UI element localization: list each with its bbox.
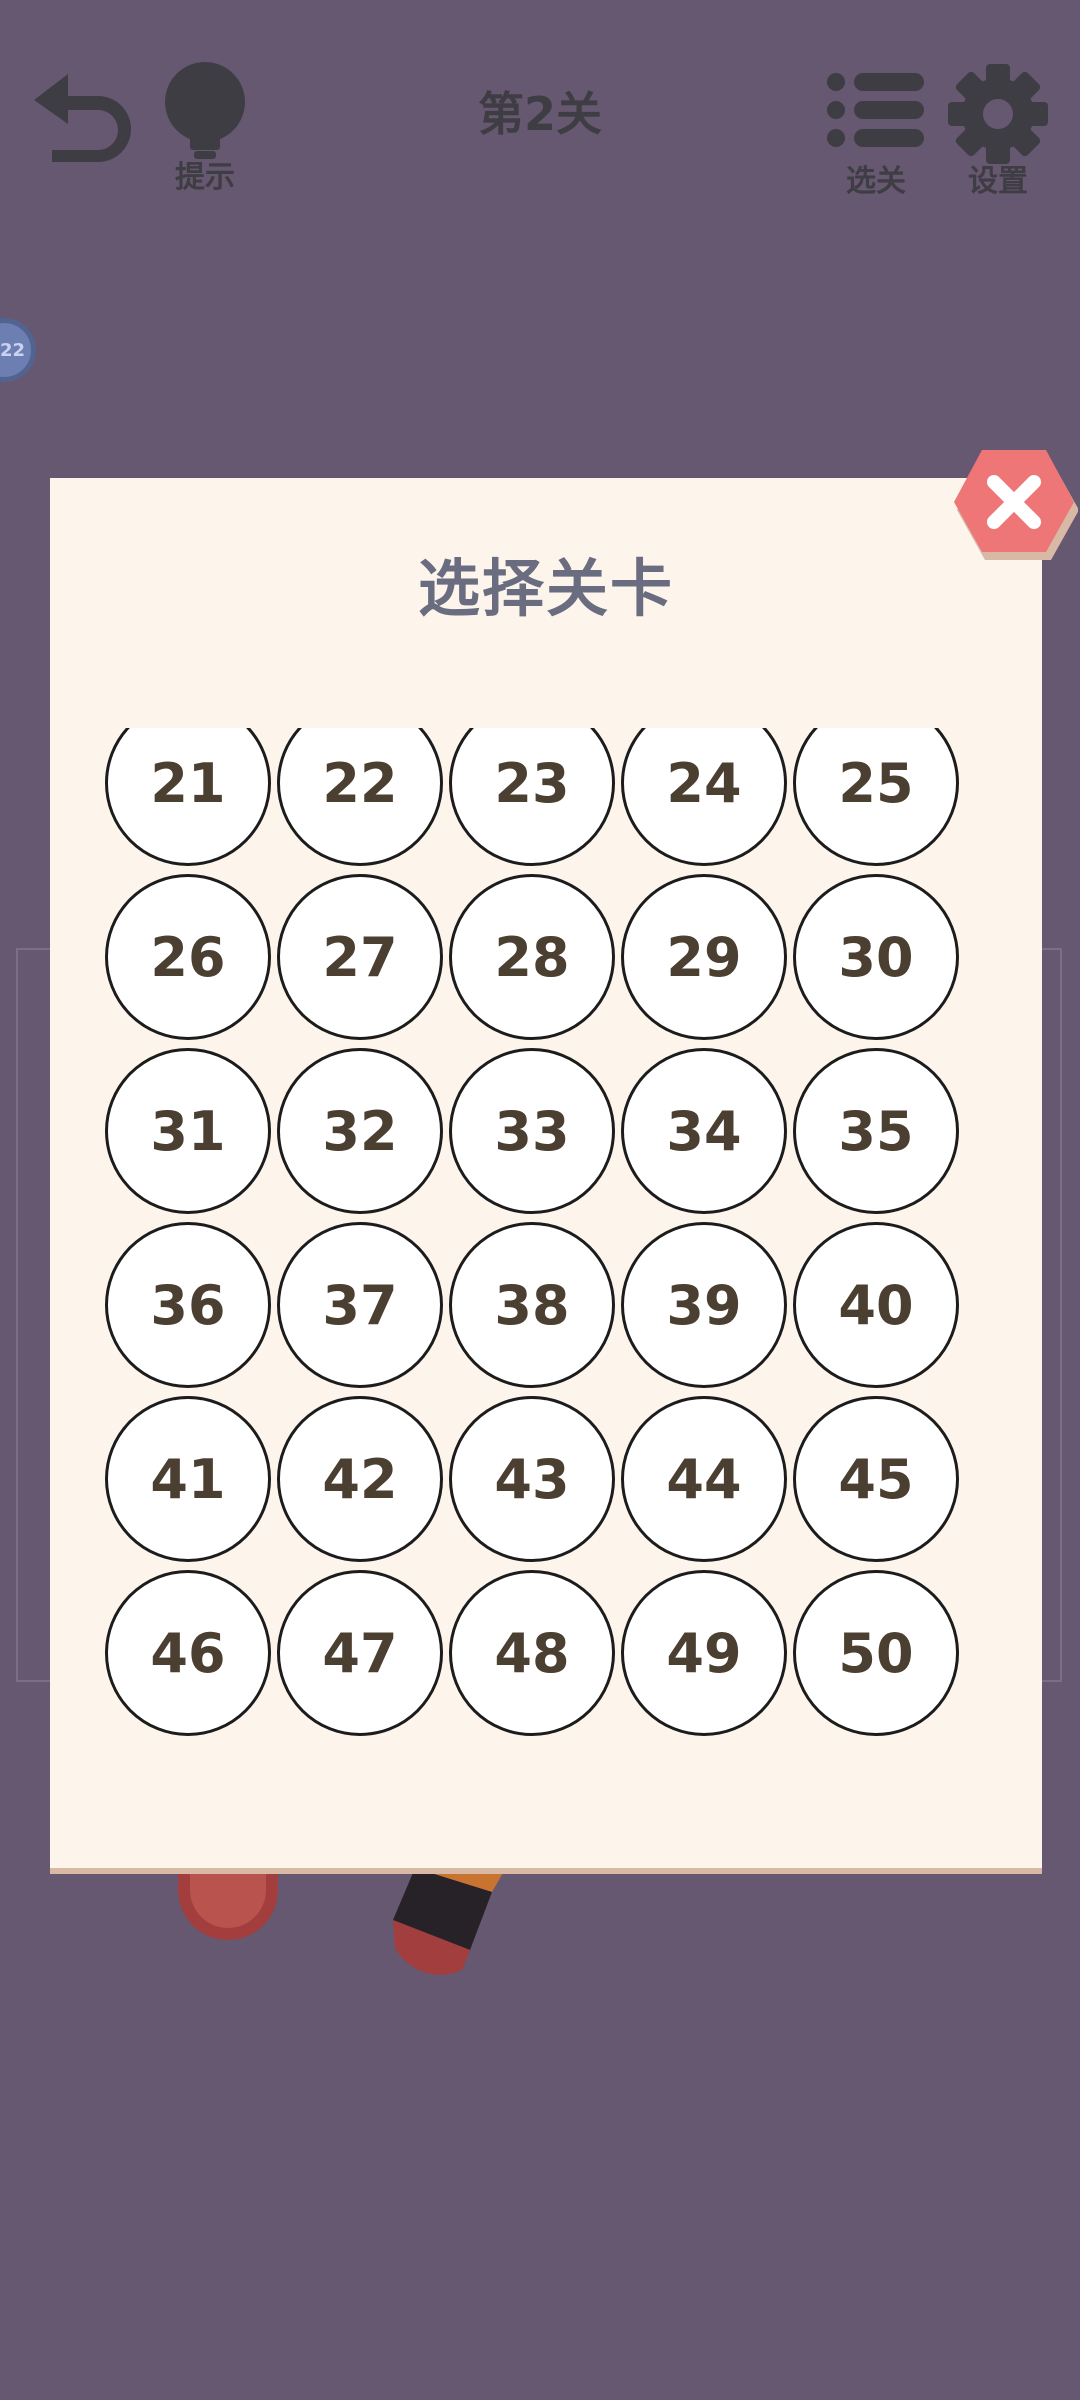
level-button[interactable]: 21: [105, 728, 271, 866]
level-button[interactable]: 30: [793, 874, 959, 1040]
undo-icon: [34, 74, 131, 162]
level-button[interactable]: 41: [105, 1396, 271, 1562]
level-button[interactable]: 42: [277, 1396, 443, 1562]
level-button[interactable]: 38: [449, 1222, 615, 1388]
level-button[interactable]: 26: [105, 874, 271, 1040]
level-button[interactable]: 50: [793, 1570, 959, 1736]
level-button[interactable]: 49: [621, 1570, 787, 1736]
level-button[interactable]: 31: [105, 1048, 271, 1214]
undo-button[interactable]: [28, 62, 132, 162]
level-button[interactable]: 45: [793, 1396, 959, 1562]
gear-icon: [948, 64, 1048, 164]
level-button[interactable]: 48: [449, 1570, 615, 1736]
level-button[interactable]: 46: [105, 1570, 271, 1736]
hint-label: 提示: [175, 160, 235, 195]
level-button[interactable]: 35: [793, 1048, 959, 1214]
hint-button[interactable]: 提示: [160, 60, 250, 195]
game-screen: 22 提示 第2关 选关 设置 选择关卡 21 22 23 24 25 26 2…: [0, 0, 1080, 2400]
level-grid: 21 22 23 24 25 26 27 28 29 30 31 32 33 34 35 36 37 38 39 40…: [105, 728, 959, 1744]
level-button[interactable]: 44: [621, 1396, 787, 1562]
level-grid-scroll[interactable]: 21 22 23 24 25 26 27 28 29 30 31 32 33 34 35 36 37 38 39 40…: [50, 728, 1042, 1758]
level-button[interactable]: 29: [621, 874, 787, 1040]
top-bar: 提示 第2关 选关 设置: [0, 0, 1080, 210]
current-level-title: 第2关: [477, 87, 602, 141]
level-button[interactable]: 47: [277, 1570, 443, 1736]
level-button[interactable]: 39: [621, 1222, 787, 1388]
level-select-label: 选关: [846, 164, 906, 199]
level-select-button[interactable]: 选关: [826, 70, 926, 199]
level-button[interactable]: 36: [105, 1222, 271, 1388]
level-button[interactable]: 43: [449, 1396, 615, 1562]
level-select-dialog: 选择关卡 21 22 23 24 25 26 27 28 29 30 31 32 33 34 35 36 37 3…: [50, 478, 1042, 1868]
settings-button[interactable]: 设置: [946, 62, 1050, 199]
lightbulb-icon: [165, 62, 245, 159]
level-button[interactable]: 23: [449, 728, 615, 866]
close-button[interactable]: [948, 446, 1079, 562]
dialog-title: 选择关卡: [417, 552, 674, 625]
level-button[interactable]: 25: [793, 728, 959, 866]
level-button[interactable]: 32: [277, 1048, 443, 1214]
level-button[interactable]: 24: [621, 728, 787, 866]
level-button[interactable]: 37: [277, 1222, 443, 1388]
level-button[interactable]: 40: [793, 1222, 959, 1388]
close-icon: [954, 450, 1079, 560]
side-level-badge: 22: [0, 318, 36, 382]
level-button[interactable]: 28: [449, 874, 615, 1040]
list-icon: [827, 73, 924, 147]
level-button[interactable]: 22: [277, 728, 443, 866]
side-badge-text: 22: [0, 339, 25, 361]
level-button[interactable]: 34: [621, 1048, 787, 1214]
level-button[interactable]: 33: [449, 1048, 615, 1214]
level-button[interactable]: 27: [277, 874, 443, 1040]
settings-label: 设置: [968, 164, 1028, 199]
